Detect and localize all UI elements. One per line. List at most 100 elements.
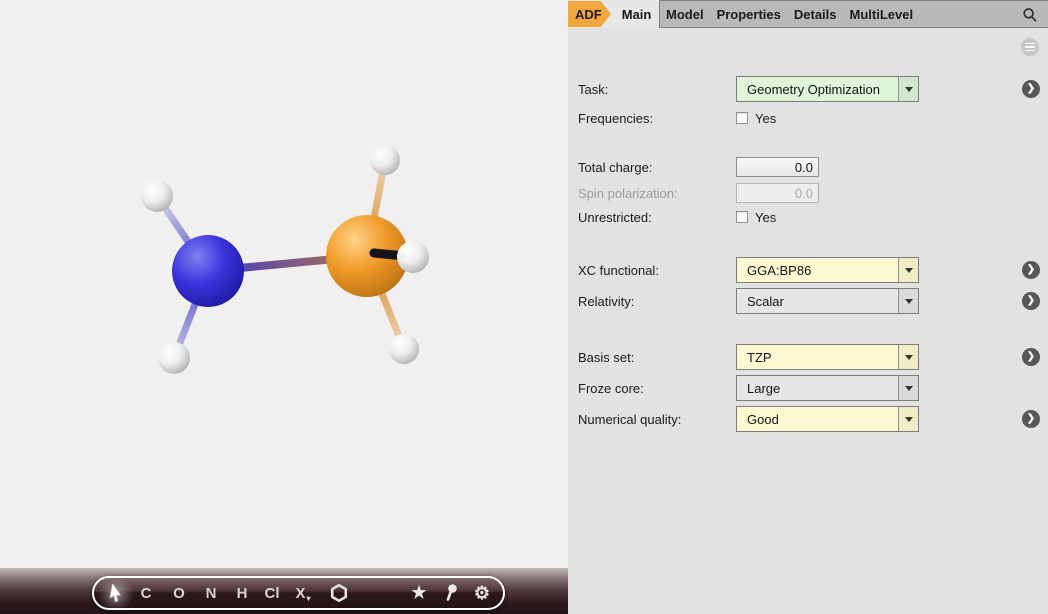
unrestricted-label: Unrestricted: — [578, 209, 652, 225]
xc-functional-dropdown-value: GGA:BP86 — [747, 262, 812, 278]
xc-functional-dropdown-arrow[interactable] — [898, 258, 918, 282]
active-tab-zone: ADF Main — [568, 0, 659, 28]
basis-set-label: Basis set: — [578, 349, 635, 365]
task-label: Task: — [578, 81, 609, 97]
tab-bar: ADF Main Model Properties Details MultiL… — [568, 0, 1048, 28]
tab-main-label: Main — [621, 6, 652, 22]
chevron-right-icon: ❯ — [1026, 351, 1036, 362]
atom-H[interactable] — [370, 145, 400, 175]
atom-H[interactable] — [158, 342, 190, 374]
numerical-quality-row: Numerical quality: Good — [578, 406, 919, 432]
hamburger-icon — [1025, 42, 1035, 45]
basis-set-dropdown-arrow[interactable] — [898, 345, 918, 369]
adf-menu-label: ADF — [575, 6, 602, 22]
settings-tool-button[interactable]: ⚙ — [474, 578, 490, 608]
tab-model[interactable]: Model — [666, 7, 704, 22]
xc-functional-label: XC functional: — [578, 262, 659, 278]
unrestricted-checkbox-label: Yes — [755, 209, 777, 225]
inactive-tabs-zone: Model Properties Details MultiLevel — [659, 0, 1048, 28]
total-charge-row: Total charge: — [578, 154, 819, 180]
search-icon — [1023, 8, 1037, 22]
frequencies-row: Frequencies: Yes — [578, 110, 777, 126]
star-icon: ★ — [411, 583, 427, 602]
frequencies-checkbox[interactable] — [736, 112, 748, 124]
tab-details[interactable]: Details — [794, 7, 837, 22]
caret-down-icon — [904, 416, 913, 422]
caret-down-icon — [904, 385, 913, 391]
atom-H[interactable] — [397, 241, 429, 273]
element-button-x-picker[interactable]: X ▾ — [295, 578, 310, 608]
caret-down-icon — [904, 354, 913, 360]
frequencies-label: Frequencies: — [578, 110, 654, 126]
frozen-core-dropdown-value: Large — [747, 380, 781, 396]
total-charge-input[interactable] — [736, 157, 819, 177]
element-label: Cl — [264, 584, 280, 602]
task-row: Task: Geometry Optimization — [578, 76, 919, 102]
basis-set-row: Basis set: TZP — [578, 344, 919, 370]
basis-set-detail-button[interactable]: ❯ — [1022, 348, 1040, 366]
caret-down-icon — [904, 298, 913, 304]
wand-icon — [446, 584, 457, 601]
chevron-right-icon: ❯ — [1026, 413, 1036, 424]
unrestricted-row: Unrestricted: Yes — [578, 209, 777, 225]
panel-menu-button[interactable] — [1021, 38, 1039, 56]
atom-H[interactable] — [141, 180, 173, 212]
numerical-quality-dropdown-value: Good — [747, 411, 779, 427]
element-label: X — [295, 584, 306, 602]
element-label: C — [140, 584, 152, 602]
numerical-quality-dropdown[interactable]: Good — [736, 406, 919, 432]
relativity-dropdown-arrow[interactable] — [898, 289, 918, 313]
element-button-cl[interactable]: Cl — [265, 578, 280, 608]
atom-toolbar: C O N H Cl X ▾ ★ ⚙ — [92, 576, 505, 612]
relativity-dropdown[interactable]: Scalar — [736, 288, 919, 314]
select-tool-button[interactable] — [108, 578, 122, 608]
task-dropdown[interactable]: Geometry Optimization — [736, 76, 919, 102]
ring-tool-button[interactable] — [329, 578, 349, 608]
task-dropdown-value: Geometry Optimization — [747, 81, 880, 97]
atom-H[interactable] — [389, 334, 419, 364]
element-button-h[interactable]: H — [237, 578, 248, 608]
tab-multilevel[interactable]: MultiLevel — [850, 7, 914, 22]
numerical-quality-detail-button[interactable]: ❯ — [1022, 410, 1040, 428]
relativity-detail-button[interactable]: ❯ — [1022, 292, 1040, 310]
element-button-o[interactable]: O — [173, 578, 185, 608]
hamburger-icon — [1025, 49, 1035, 52]
caret-down-icon: ▾ — [306, 593, 311, 603]
caret-down-icon — [904, 86, 913, 92]
xc-functional-dropdown[interactable]: GGA:BP86 — [736, 257, 919, 283]
gear-icon: ⚙ — [473, 582, 491, 603]
numerical-quality-label: Numerical quality: — [578, 411, 682, 427]
chevron-right-icon: ❯ — [1026, 83, 1036, 94]
element-label: O — [173, 584, 185, 602]
element-button-c[interactable]: C — [141, 578, 152, 608]
xc-functional-detail-button[interactable]: ❯ — [1022, 261, 1040, 279]
tab-properties[interactable]: Properties — [717, 7, 781, 22]
input-panel: ADF Main Model Properties Details MultiL… — [568, 0, 1048, 614]
spin-polarization-label: Spin polarization: — [578, 185, 678, 201]
wand-tool-button[interactable] — [443, 578, 459, 608]
frozen-core-dropdown-arrow[interactable] — [898, 376, 918, 400]
element-button-n[interactable]: N — [206, 578, 217, 608]
frequencies-checkbox-label: Yes — [755, 110, 777, 126]
tab-main[interactable]: Main — [614, 0, 659, 28]
ring-icon — [330, 583, 348, 603]
frozen-core-row: Froze core: Large — [578, 375, 919, 401]
relativity-row: Relativity: Scalar — [578, 288, 919, 314]
atom-N[interactable] — [172, 235, 244, 307]
adf-menu-button[interactable]: ADF — [568, 1, 611, 27]
total-charge-label: Total charge: — [578, 159, 653, 175]
spin-polarization-input — [736, 183, 819, 203]
molecule-viewport[interactable]: C O N H Cl X ▾ ★ ⚙ — [0, 0, 568, 614]
search-button[interactable] — [1020, 5, 1040, 25]
molecule-3d-render[interactable] — [0, 0, 568, 568]
chevron-right-icon: ❯ — [1026, 264, 1036, 275]
task-dropdown-arrow[interactable] — [898, 77, 918, 101]
numerical-quality-dropdown-arrow[interactable] — [898, 407, 918, 431]
unrestricted-checkbox[interactable] — [736, 211, 748, 223]
basis-set-dropdown[interactable]: TZP — [736, 344, 919, 370]
task-detail-button[interactable]: ❯ — [1022, 80, 1040, 98]
relativity-dropdown-value: Scalar — [747, 293, 784, 309]
structures-tool-button[interactable]: ★ — [411, 578, 426, 608]
caret-down-icon — [904, 267, 913, 273]
frozen-core-dropdown[interactable]: Large — [736, 375, 919, 401]
